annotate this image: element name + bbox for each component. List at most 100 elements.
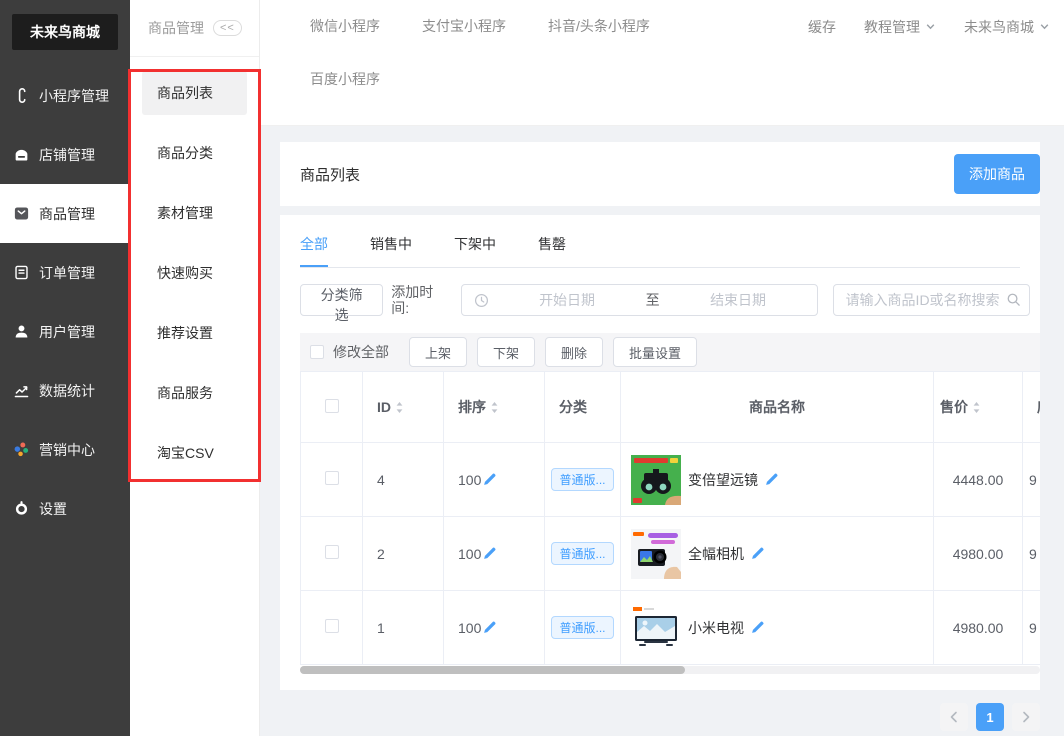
submenu-item[interactable]: 淘宝CSV [142, 423, 247, 483]
submenu-item-label: 快速购买 [157, 263, 213, 283]
sidebar-item-label: 商品管理 [39, 204, 95, 224]
submenu-item-label: 商品分类 [157, 143, 213, 163]
miniprogram-icon [13, 87, 30, 104]
order-icon [13, 264, 30, 281]
collapse-button[interactable]: << [213, 20, 242, 36]
column-header[interactable]: 库存 [1023, 372, 1041, 443]
scrollbar-thumb[interactable] [300, 666, 685, 674]
add-product-button[interactable]: 添加商品 [954, 154, 1040, 194]
bulk-action-button[interactable]: 下架 [477, 337, 535, 367]
sort-icon[interactable] [972, 401, 981, 414]
end-date-input[interactable] [660, 291, 817, 309]
column-label: 分类 [559, 397, 587, 417]
main-area: 微信小程序 支付宝小程序 抖音/头条小程序 百度小程序 缓存 教程管理 [260, 0, 1064, 736]
camera-product-image [631, 529, 681, 579]
category-filter-button[interactable]: 分类筛选 [300, 284, 383, 316]
row-checkbox[interactable] [325, 545, 339, 559]
submenu-item[interactable]: 商品列表 [142, 63, 247, 123]
marketing-icon [13, 441, 30, 458]
sidebar-item-label: 数据统计 [39, 381, 95, 401]
edit-icon[interactable] [483, 473, 496, 486]
topbar-menu-item[interactable]: 教程管理 [864, 0, 936, 53]
sidebar-item[interactable]: 营销中心 [0, 420, 130, 479]
sidebar-item[interactable]: 设置 [0, 479, 130, 538]
status-tab[interactable]: 销售中 [370, 235, 412, 267]
sort-icon[interactable] [490, 401, 499, 414]
column-header[interactable]: 排序 [444, 372, 545, 443]
edit-icon[interactable] [765, 473, 778, 486]
search-icon[interactable] [1006, 292, 1021, 307]
cell-category: 普通版... [545, 443, 621, 517]
edit-icon[interactable] [483, 621, 496, 634]
submenu-item[interactable]: 推荐设置 [142, 303, 247, 363]
select-all-checkbox[interactable] [310, 345, 324, 359]
pagination: 1 [280, 703, 1040, 731]
status-tab[interactable]: 全部 [300, 235, 328, 267]
sidebar-item[interactable]: 店铺管理 [0, 125, 130, 184]
sidebar-item[interactable]: 商品管理 [0, 184, 130, 243]
row-checkbox[interactable] [325, 471, 339, 485]
row-checkbox[interactable] [325, 619, 339, 633]
topbar-menu-item[interactable]: 缓存 [808, 0, 836, 53]
horizontal-scrollbar[interactable] [300, 666, 1040, 674]
submenu-item[interactable]: 快速购买 [142, 243, 247, 303]
bulk-action-button[interactable]: 删除 [545, 337, 603, 367]
edit-icon[interactable] [483, 547, 496, 560]
stats-icon [13, 382, 30, 399]
submenu-item-label: 商品服务 [157, 383, 213, 403]
topbar-menu-label: 缓存 [808, 17, 836, 37]
date-separator: 至 [646, 290, 660, 310]
cell-name: 小米电视 [621, 591, 934, 665]
submenu-item[interactable]: 商品分类 [142, 123, 247, 183]
sort-icon[interactable] [395, 401, 404, 414]
date-range-picker[interactable]: 至 [461, 284, 818, 316]
settings-icon [13, 500, 30, 517]
select-all-label: 修改全部 [333, 342, 389, 362]
status-tab[interactable]: 下架中 [454, 235, 496, 267]
column-header[interactable]: 分类 [545, 372, 621, 443]
sidebar-item-label: 用户管理 [39, 322, 95, 342]
search-input[interactable] [833, 284, 1030, 316]
product-table: ID 排序 [300, 371, 1040, 665]
submenu-item[interactable]: 商品服务 [142, 363, 247, 423]
start-date-input[interactable] [489, 291, 646, 309]
table-row: 1 100 普通版... [301, 591, 1041, 665]
edit-icon[interactable] [751, 547, 764, 560]
product-name: 全幅相机 [688, 544, 744, 564]
sidebar-item[interactable]: 数据统计 [0, 361, 130, 420]
column-header[interactable]: 售价 [934, 372, 1023, 443]
next-page-button[interactable] [1012, 703, 1040, 731]
column-label: 排序 [458, 397, 486, 417]
edit-icon[interactable] [751, 621, 764, 634]
submenu-item-label: 推荐设置 [157, 323, 213, 343]
topbar-platform-link[interactable]: 微信小程序 [310, 0, 380, 53]
cell-sort: 100 [444, 591, 545, 665]
cell-price: 4980.00 [934, 517, 1023, 591]
product-name: 小米电视 [688, 618, 744, 638]
category-tag[interactable]: 普通版... [551, 542, 613, 565]
topbar-platform-link[interactable]: 百度小程序 [310, 53, 380, 106]
sidebar-nav: 小程序管理 店铺管理 商品管理 订单管理 用户管理 [0, 66, 130, 538]
bulk-action-button[interactable]: 上架 [409, 337, 467, 367]
current-page-button[interactable]: 1 [976, 703, 1004, 731]
column-label: 库存 [1037, 397, 1040, 417]
left-sidebar: 未来鸟商城 小程序管理 店铺管理 商品管理 订单管理 [0, 0, 130, 736]
submenu-item-label: 商品列表 [157, 83, 213, 103]
chevron-down-icon [925, 19, 936, 35]
category-tag[interactable]: 普通版... [551, 616, 613, 639]
category-tag[interactable]: 普通版... [551, 468, 613, 491]
topbar-platform-link[interactable]: 支付宝小程序 [422, 0, 506, 53]
column-header[interactable]: ID [363, 372, 444, 443]
column-label: 售价 [940, 397, 968, 417]
submenu-item[interactable]: 素材管理 [142, 183, 247, 243]
header-checkbox[interactable] [325, 399, 339, 413]
sidebar-item[interactable]: 订单管理 [0, 243, 130, 302]
prev-page-button[interactable] [940, 703, 968, 731]
status-tab[interactable]: 售罄 [538, 235, 566, 267]
topbar-platform-link[interactable]: 抖音/头条小程序 [548, 0, 650, 53]
column-header[interactable]: 商品名称 [621, 372, 934, 443]
bulk-action-button[interactable]: 批量设置 [613, 337, 697, 367]
sidebar-item[interactable]: 小程序管理 [0, 66, 130, 125]
sidebar-item[interactable]: 用户管理 [0, 302, 130, 361]
topbar-menu-item[interactable]: 未来鸟商城 [964, 0, 1050, 53]
